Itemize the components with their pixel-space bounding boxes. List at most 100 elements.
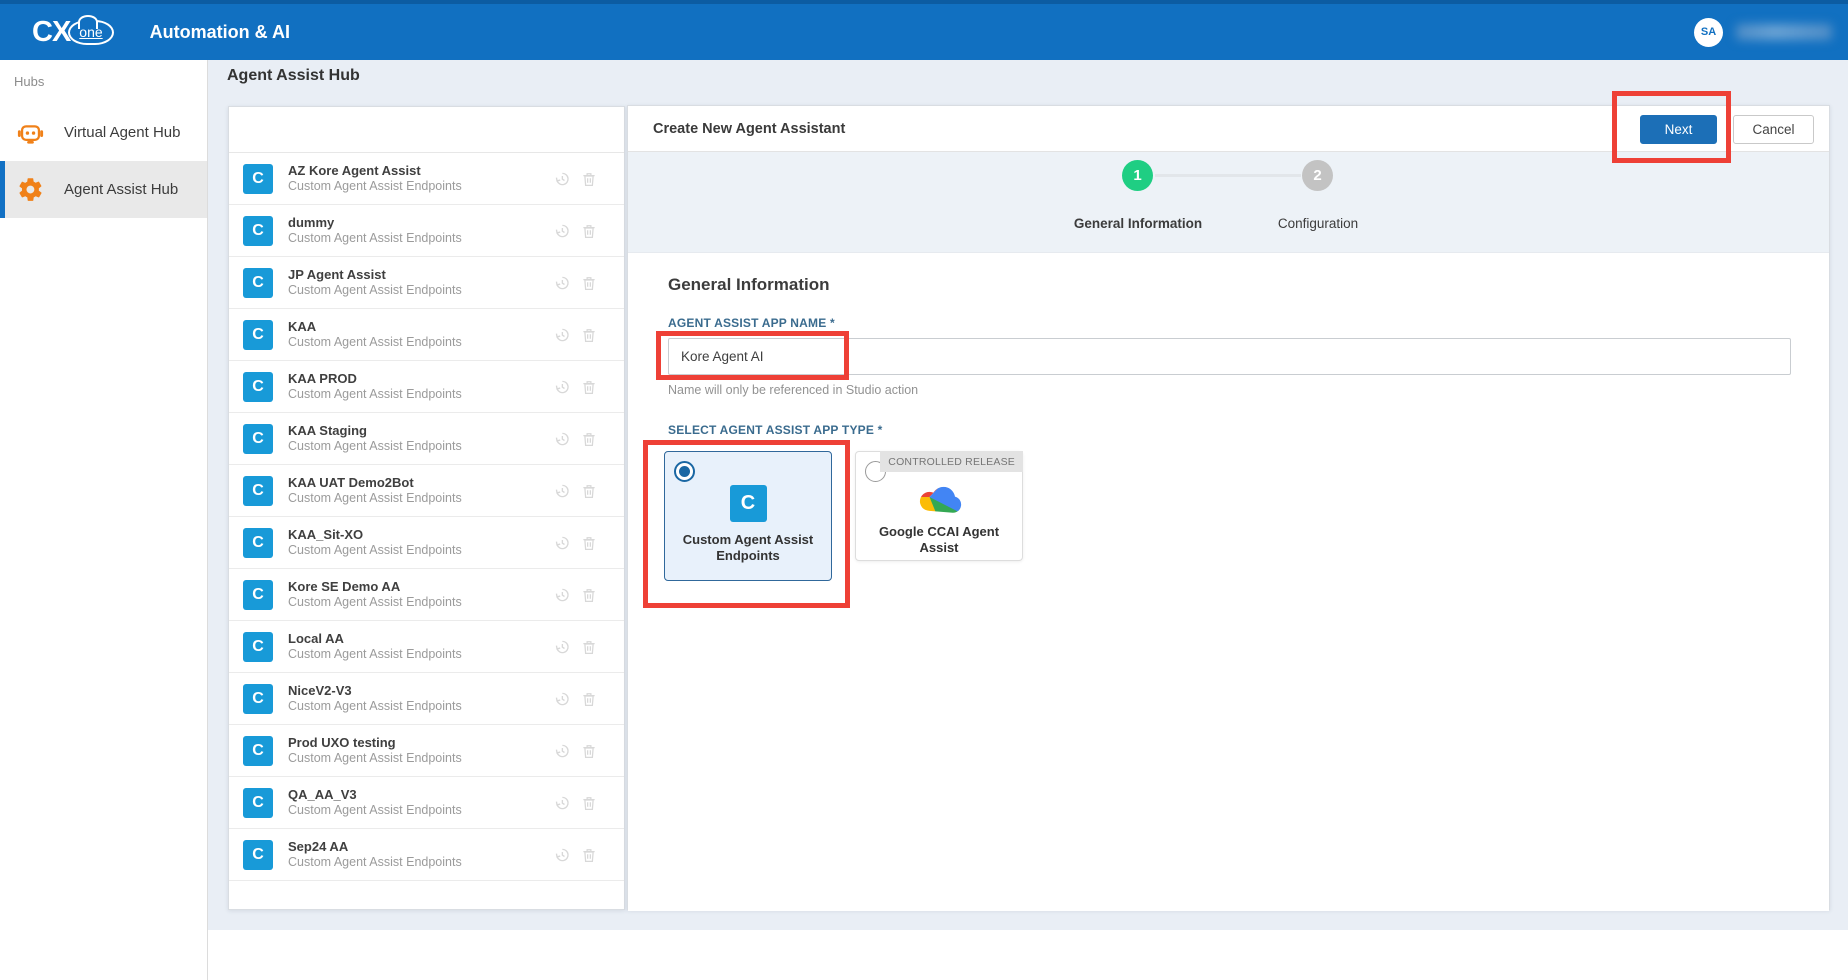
history-icon[interactable]: [553, 482, 571, 500]
custom-endpoint-icon: C: [243, 528, 273, 558]
history-icon[interactable]: [553, 274, 571, 292]
list-item[interactable]: C KAA Staging Custom Agent Assist Endpoi…: [229, 413, 624, 465]
cxone-logo-one: one: [68, 20, 113, 45]
agent-type: Custom Agent Assist Endpoints: [288, 387, 462, 403]
history-icon[interactable]: [553, 326, 571, 344]
agent-list-panel: C AZ Kore Agent Assist Custom Agent Assi…: [228, 106, 625, 910]
next-button[interactable]: Next: [1640, 115, 1717, 144]
list-item[interactable]: C Local AA Custom Agent Assist Endpoints: [229, 621, 624, 673]
wizard-header: Create New Agent Assistant Next Cancel: [628, 106, 1829, 152]
step-connector: [1155, 174, 1301, 177]
list-item[interactable]: C Sep24 AA Custom Agent Assist Endpoints: [229, 829, 624, 881]
history-icon[interactable]: [553, 222, 571, 240]
create-agent-panel: Create New Agent Assistant Next Cancel 1…: [627, 105, 1830, 910]
list-item[interactable]: C AZ Kore Agent Assist Custom Agent Assi…: [229, 153, 624, 205]
step-1-label: General Information: [1048, 216, 1228, 231]
history-icon[interactable]: [553, 638, 571, 656]
agent-name: AZ Kore Agent Assist: [288, 163, 462, 179]
cxone-logo[interactable]: CX one: [32, 16, 114, 49]
agent-type: Custom Agent Assist Endpoints: [288, 231, 462, 247]
agent-name: KAA Staging: [288, 423, 462, 439]
app-name-input[interactable]: [668, 338, 1791, 375]
gear-icon: [17, 176, 44, 203]
controlled-release-badge: CONTROLLED RELEASE: [880, 451, 1023, 472]
trash-icon[interactable]: [580, 638, 598, 656]
list-item[interactable]: C NiceV2-V3 Custom Agent Assist Endpoint…: [229, 673, 624, 725]
trash-icon[interactable]: [580, 846, 598, 864]
agent-name: NiceV2-V3: [288, 683, 462, 699]
agent-list: C AZ Kore Agent Assist Custom Agent Assi…: [229, 153, 624, 881]
history-icon[interactable]: [553, 690, 571, 708]
history-icon[interactable]: [553, 170, 571, 188]
agent-name: JP Agent Assist: [288, 267, 462, 283]
step-2-label: Configuration: [1228, 216, 1408, 231]
option-card-google-ccai[interactable]: CONTROLLED RELEASE Google CCAI Agent: [855, 451, 1023, 561]
custom-endpoint-icon: C: [243, 788, 273, 818]
custom-endpoint-icon: C: [243, 684, 273, 714]
custom-endpoint-icon: C: [243, 268, 273, 298]
sidebar-item-label: Agent Assist Hub: [64, 181, 178, 198]
trash-icon[interactable]: [580, 534, 598, 552]
option-card-custom-endpoints[interactable]: C Custom Agent Assist Endpoints: [664, 451, 832, 581]
section-heading: General Information: [668, 275, 830, 295]
list-item[interactable]: C dummy Custom Agent Assist Endpoints: [229, 205, 624, 257]
trash-icon[interactable]: [580, 482, 598, 500]
trash-icon[interactable]: [580, 586, 598, 604]
agent-name: KAA: [288, 319, 462, 335]
cxone-logo-cx: CX: [32, 16, 70, 49]
list-item[interactable]: C QA_AA_V3 Custom Agent Assist Endpoints: [229, 777, 624, 829]
avatar[interactable]: SA: [1694, 18, 1723, 47]
agent-name: Prod UXO testing: [288, 735, 462, 751]
trash-icon[interactable]: [580, 794, 598, 812]
list-item[interactable]: C Kore SE Demo AA Custom Agent Assist En…: [229, 569, 624, 621]
history-icon[interactable]: [553, 846, 571, 864]
history-icon[interactable]: [553, 378, 571, 396]
history-icon[interactable]: [553, 586, 571, 604]
custom-endpoint-icon: C: [243, 476, 273, 506]
agent-type: Custom Agent Assist Endpoints: [288, 543, 462, 559]
trash-icon[interactable]: [580, 742, 598, 760]
agent-name: KAA_Sit-XO: [288, 527, 462, 543]
list-item[interactable]: C KAA_Sit-XO Custom Agent Assist Endpoin…: [229, 517, 624, 569]
cancel-button[interactable]: Cancel: [1733, 115, 1814, 144]
trash-icon[interactable]: [580, 430, 598, 448]
step-2-circle[interactable]: 2: [1302, 160, 1333, 191]
sidebar: Hubs Virtual Agent Hub Agent Assist Hub: [0, 60, 208, 980]
radio-selected[interactable]: [674, 461, 695, 482]
robot-icon: [17, 119, 44, 146]
step-1-circle[interactable]: 1: [1122, 160, 1153, 191]
option-label: Google CCAI Agent Assist: [856, 524, 1022, 557]
list-item[interactable]: C KAA PROD Custom Agent Assist Endpoints: [229, 361, 624, 413]
list-item[interactable]: C JP Agent Assist Custom Agent Assist En…: [229, 257, 624, 309]
option-label: Custom Agent Assist Endpoints: [665, 532, 831, 565]
trash-icon[interactable]: [580, 378, 598, 396]
history-icon[interactable]: [553, 430, 571, 448]
agent-name: dummy: [288, 215, 462, 231]
agent-type: Custom Agent Assist Endpoints: [288, 595, 462, 611]
history-icon[interactable]: [553, 742, 571, 760]
agent-name: QA_AA_V3: [288, 787, 462, 803]
trash-icon[interactable]: [580, 170, 598, 188]
sidebar-item-agent-assist-hub[interactable]: Agent Assist Hub: [0, 161, 207, 218]
app-type-label: SELECT AGENT ASSIST APP TYPE *: [668, 423, 882, 437]
list-item[interactable]: C KAA Custom Agent Assist Endpoints: [229, 309, 624, 361]
custom-endpoint-icon: C: [243, 632, 273, 662]
agent-type: Custom Agent Assist Endpoints: [288, 855, 462, 871]
trash-icon[interactable]: [580, 222, 598, 240]
general-information-form: General Information AGENT ASSIST APP NAM…: [628, 253, 1829, 911]
list-item[interactable]: C KAA UAT Demo2Bot Custom Agent Assist E…: [229, 465, 624, 517]
sidebar-item-virtual-agent-hub[interactable]: Virtual Agent Hub: [0, 104, 207, 161]
trash-icon[interactable]: [580, 274, 598, 292]
custom-endpoint-icon: C: [243, 164, 273, 194]
list-item[interactable]: C Prod UXO testing Custom Agent Assist E…: [229, 725, 624, 777]
trash-icon[interactable]: [580, 326, 598, 344]
agent-name: KAA UAT Demo2Bot: [288, 475, 462, 491]
custom-endpoint-icon: C: [243, 424, 273, 454]
history-icon[interactable]: [553, 794, 571, 812]
history-icon[interactable]: [553, 534, 571, 552]
custom-endpoint-icon: C: [243, 580, 273, 610]
user-menu[interactable]: SA: [1694, 4, 1832, 60]
google-cloud-icon: [911, 478, 967, 516]
custom-endpoint-icon: C: [243, 372, 273, 402]
trash-icon[interactable]: [580, 690, 598, 708]
